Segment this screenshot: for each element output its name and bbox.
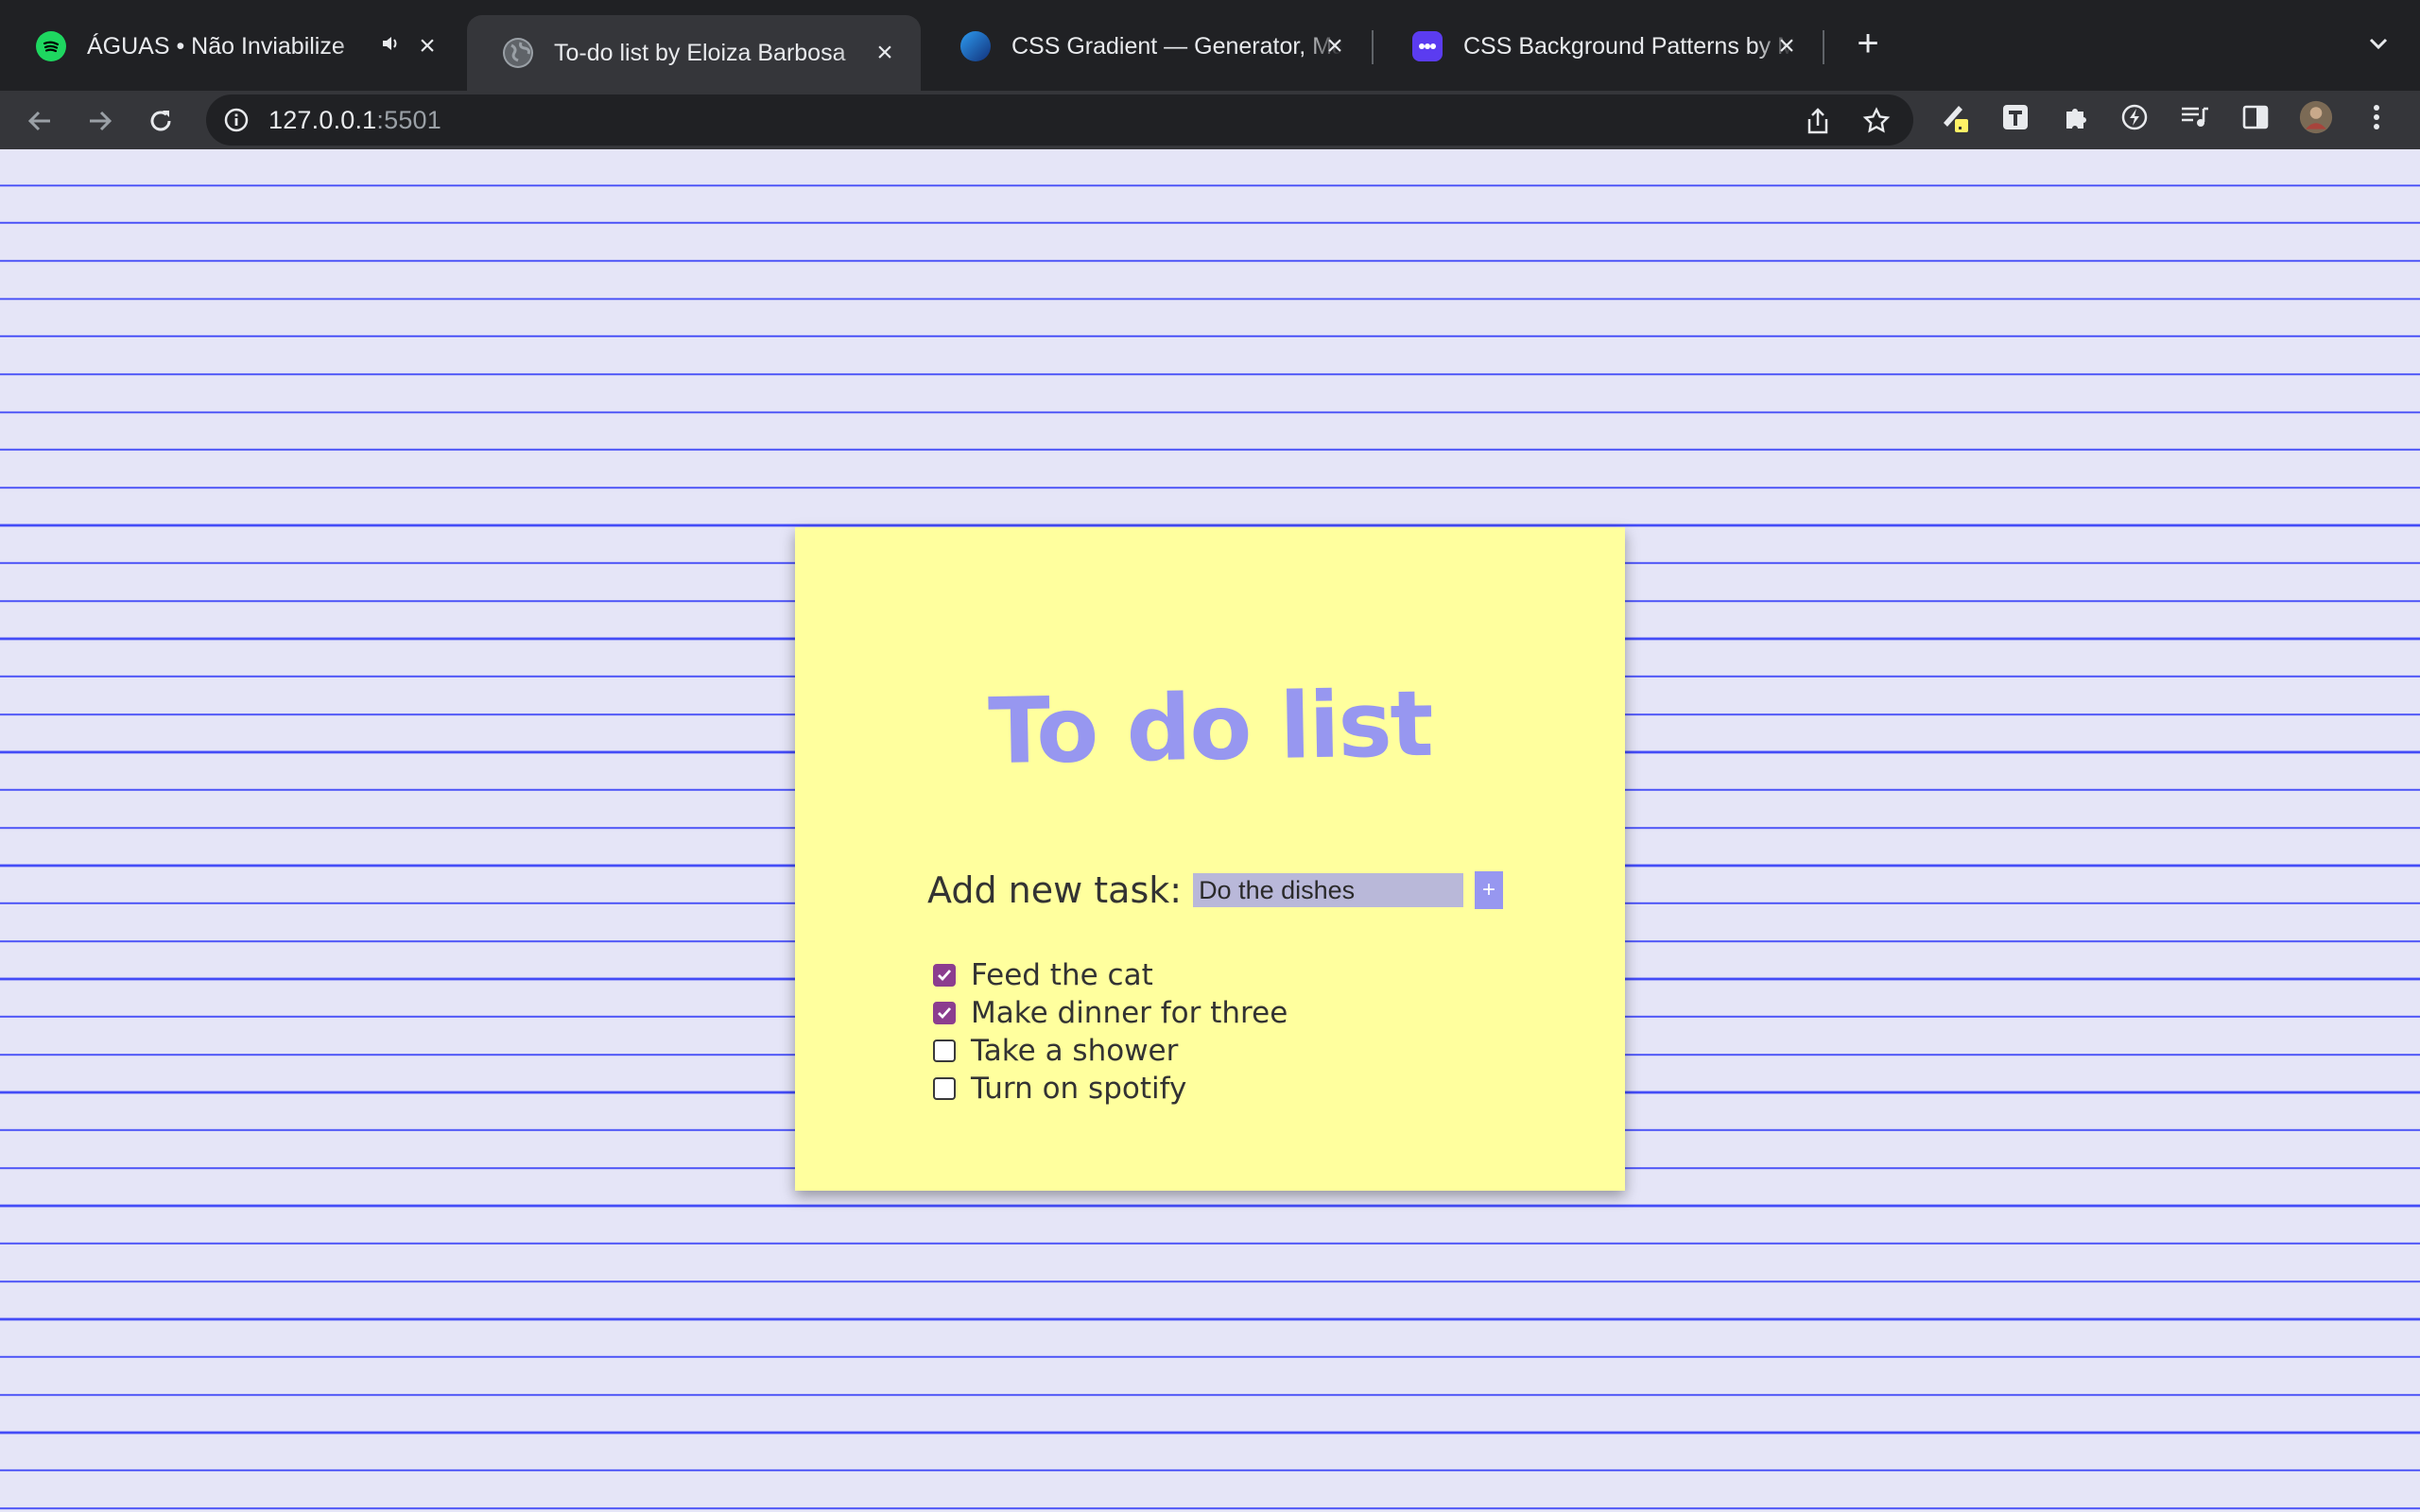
sticky-note-card: To do list Add new task: + Feed the cat M… [795, 527, 1625, 1191]
new-task-input[interactable] [1193, 873, 1464, 907]
close-tab-icon[interactable]: × [1322, 30, 1348, 61]
forward-arrow-icon[interactable] [83, 104, 117, 138]
tab-title: ÁGUAS • Não Inviabilize [87, 32, 345, 60]
task-checkbox[interactable] [933, 1040, 956, 1062]
tab-spotify[interactable]: ÁGUAS • Não Inviabilize × [0, 15, 463, 77]
reload-icon[interactable] [144, 104, 178, 138]
task-checkbox-checked[interactable] [933, 964, 956, 987]
close-tab-icon[interactable]: × [414, 30, 441, 61]
task-item: Take a shower [933, 1032, 1288, 1070]
task-item: Feed the cat [933, 956, 1288, 994]
tab-title: To-do list by Eloiza Barbosa [554, 39, 846, 66]
back-arrow-icon[interactable] [23, 104, 57, 138]
tab-magicpattern[interactable]: CSS Background Patterns by MagicPattern … [1376, 15, 1823, 77]
task-item: Turn on spotify [933, 1070, 1288, 1108]
share-icon[interactable] [1804, 107, 1832, 135]
close-tab-icon[interactable]: × [1773, 30, 1800, 61]
task-label: Make dinner for three [971, 996, 1288, 1030]
checkmark-icon [938, 1007, 952, 1020]
task-label: Feed the cat [971, 958, 1153, 992]
spotify-icon [36, 31, 66, 61]
url-port: :5501 [376, 106, 441, 134]
url-host: 127.0.0.1 [268, 106, 377, 134]
side-panel-icon[interactable] [2238, 100, 2273, 134]
new-tab-icon[interactable]: + [1849, 25, 1887, 62]
add-task-label: Add new task: [927, 869, 1183, 911]
more-menu-icon[interactable] [2360, 100, 2394, 134]
profile-avatar[interactable] [2299, 100, 2333, 134]
task-label: Turn on spotify [971, 1072, 1187, 1106]
site-info-icon[interactable] [223, 107, 250, 133]
tab-strip: ÁGUAS • Não Inviabilize × To-do list by … [0, 0, 2420, 91]
speaker-icon[interactable] [380, 33, 401, 60]
media-playlist-icon[interactable] [2178, 100, 2212, 134]
task-checkbox[interactable] [933, 1077, 956, 1100]
magicpattern-icon [1412, 31, 1443, 61]
task-item: Make dinner for three [933, 994, 1288, 1032]
page-title: To do list [987, 670, 1433, 785]
tab-title: CSS Gradient — Generator, Maker, and Bac… [1011, 32, 1342, 60]
task-checkbox-checked[interactable] [933, 1002, 956, 1024]
css-gradient-icon [960, 31, 991, 61]
text-extension-icon[interactable] [1998, 100, 2032, 134]
tab-separator [1823, 30, 1824, 64]
tab-title: CSS Background Patterns by MagicPattern [1463, 32, 1794, 60]
tab-todo-list[interactable]: To-do list by Eloiza Barbosa × [467, 15, 921, 91]
tab-separator [1372, 30, 1374, 64]
lightning-extension-icon[interactable] [2118, 100, 2152, 134]
add-task-button[interactable]: + [1475, 871, 1504, 909]
highlighter-extension-icon[interactable] [1940, 100, 1974, 134]
puzzle-extensions-icon[interactable] [2059, 100, 2093, 134]
task-list: Feed the cat Make dinner for three Take a … [933, 956, 1288, 1108]
add-task-form: Add new task: + [927, 869, 1504, 911]
bookmark-star-icon[interactable] [1862, 107, 1891, 135]
close-tab-icon[interactable]: × [872, 37, 898, 68]
tab-css-gradient[interactable]: CSS Gradient — Generator, Maker, and Bac… [925, 15, 1371, 77]
task-label: Take a shower [971, 1034, 1179, 1068]
checkmark-icon [938, 970, 952, 982]
tab-search-chevron-icon[interactable] [2361, 26, 2395, 60]
address-bar[interactable]: 127.0.0.1:5501 [206, 94, 1913, 146]
url-text: 127.0.0.1:5501 [268, 106, 441, 135]
globe-icon [503, 38, 533, 68]
